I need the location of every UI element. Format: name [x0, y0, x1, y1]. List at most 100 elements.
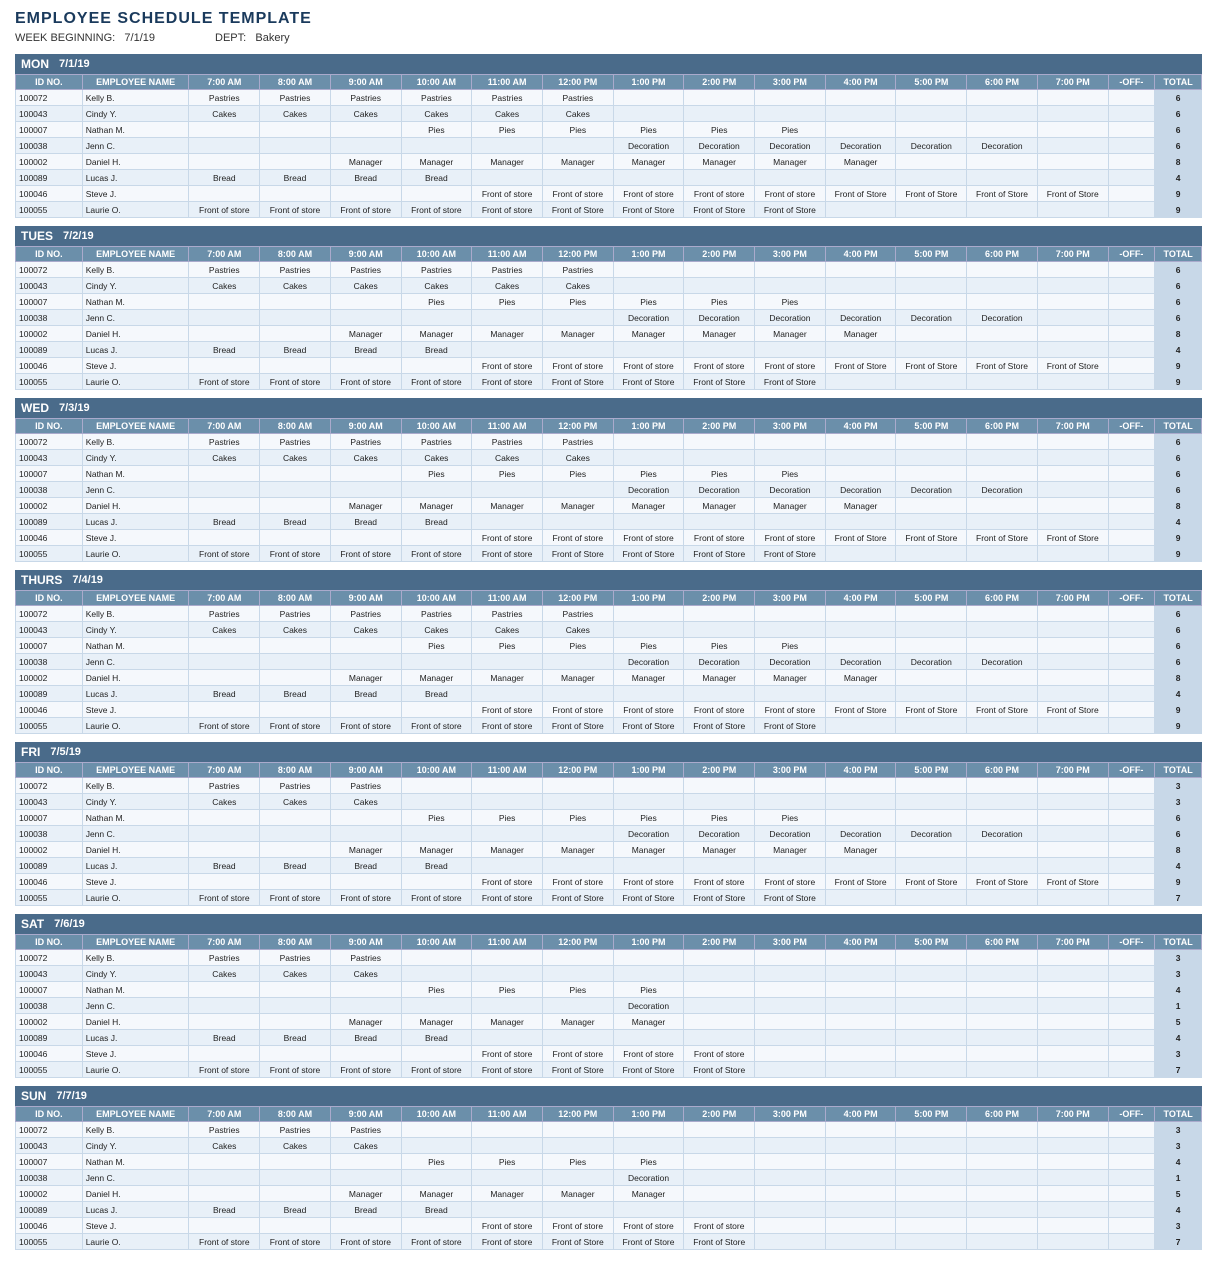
cell-0-0: 100072	[16, 90, 83, 106]
cell-4-2	[189, 1186, 260, 1202]
cell-3-4	[330, 654, 401, 670]
cell-4-3	[260, 842, 331, 858]
cell-3-9: Decoration	[684, 826, 755, 842]
cell-4-2	[189, 842, 260, 858]
cell-5-12	[896, 170, 967, 186]
cell-7-5: Front of store	[401, 202, 472, 218]
col-header-4: 9:00 AM	[330, 935, 401, 950]
schedule-table-mon: ID NO.EMPLOYEE NAME7:00 AM8:00 AM9:00 AM…	[15, 74, 1202, 218]
cell-5-16: 4	[1155, 1202, 1202, 1218]
cell-7-1: Laurie O.	[82, 1062, 189, 1078]
col-header-4: 9:00 AM	[330, 591, 401, 606]
col-header-15: -OFF-	[1108, 419, 1155, 434]
cell-2-6: Pies	[472, 122, 543, 138]
cell-2-0: 100007	[16, 638, 83, 654]
cell-3-2	[189, 1170, 260, 1186]
cell-3-16: 1	[1155, 998, 1202, 1014]
cell-0-14	[1037, 90, 1108, 106]
cell-3-11: Decoration	[825, 826, 896, 842]
cell-6-11: Front of Store	[825, 186, 896, 202]
cell-2-11	[825, 294, 896, 310]
cell-0-7	[542, 1122, 613, 1138]
day-date: 7/7/19	[56, 1090, 87, 1102]
cell-6-7: Front of store	[542, 186, 613, 202]
cell-2-10	[755, 982, 826, 998]
table-row: 100072Kelly B.PastriesPastriesPastriesPa…	[16, 90, 1202, 106]
day-label: FRI	[21, 745, 40, 759]
cell-1-9	[684, 622, 755, 638]
col-header-4: 9:00 AM	[330, 247, 401, 262]
cell-5-6	[472, 170, 543, 186]
table-row: 100002Daniel H.ManagerManagerManagerMana…	[16, 1186, 1202, 1202]
cell-3-9: Decoration	[684, 138, 755, 154]
cell-1-7	[542, 1138, 613, 1154]
cell-1-14	[1037, 1138, 1108, 1154]
cell-7-13	[967, 1234, 1038, 1250]
cell-7-3: Front of store	[260, 718, 331, 734]
cell-3-15	[1108, 654, 1155, 670]
cell-7-2: Front of store	[189, 718, 260, 734]
cell-5-3: Bread	[260, 686, 331, 702]
cell-1-5	[401, 966, 472, 982]
cell-4-6: Manager	[472, 670, 543, 686]
cell-3-9: Decoration	[684, 482, 755, 498]
schedule-table-sun: ID NO.EMPLOYEE NAME7:00 AM8:00 AM9:00 AM…	[15, 1106, 1202, 1250]
cell-1-10	[755, 106, 826, 122]
cell-3-14	[1037, 1170, 1108, 1186]
cell-5-14	[1037, 1202, 1108, 1218]
cell-0-7: Pastries	[542, 90, 613, 106]
table-row: 100089Lucas J.BreadBreadBreadBread4	[16, 686, 1202, 702]
cell-3-13: Decoration	[967, 482, 1038, 498]
cell-7-10	[755, 1234, 826, 1250]
cell-5-7	[542, 1202, 613, 1218]
cell-4-12	[896, 154, 967, 170]
cell-7-10: Front of Store	[755, 202, 826, 218]
cell-6-6: Front of store	[472, 702, 543, 718]
cell-0-8	[613, 262, 684, 278]
cell-7-13	[967, 374, 1038, 390]
cell-1-16: 6	[1155, 106, 1202, 122]
cell-1-8	[613, 794, 684, 810]
cell-0-3: Pastries	[260, 606, 331, 622]
cell-0-3: Pastries	[260, 434, 331, 450]
cell-0-12	[896, 434, 967, 450]
table-row: 100046Steve J.Front of storeFront of sto…	[16, 358, 1202, 374]
cell-1-15	[1108, 106, 1155, 122]
cell-1-9	[684, 966, 755, 982]
col-header-10: 3:00 PM	[755, 591, 826, 606]
cell-1-12	[896, 106, 967, 122]
table-row: 100038Jenn C.Decoration1	[16, 1170, 1202, 1186]
cell-1-3: Cakes	[260, 794, 331, 810]
cell-2-1: Nathan M.	[82, 638, 189, 654]
table-row: 100038Jenn C.DecorationDecorationDecorat…	[16, 138, 1202, 154]
cell-5-6	[472, 686, 543, 702]
cell-7-2: Front of store	[189, 546, 260, 562]
cell-5-10	[755, 1202, 826, 1218]
cell-2-1: Nathan M.	[82, 294, 189, 310]
cell-4-4: Manager	[330, 154, 401, 170]
cell-4-1: Daniel H.	[82, 1186, 189, 1202]
cell-3-16: 1	[1155, 1170, 1202, 1186]
cell-4-1: Daniel H.	[82, 670, 189, 686]
cell-7-11	[825, 1234, 896, 1250]
cell-1-1: Cindy Y.	[82, 794, 189, 810]
table-row: 100055Laurie O.Front of storeFront of st…	[16, 374, 1202, 390]
col-header-12: 5:00 PM	[896, 75, 967, 90]
cell-6-10: Front of store	[755, 530, 826, 546]
cell-4-16: 8	[1155, 670, 1202, 686]
cell-0-1: Kelly B.	[82, 262, 189, 278]
col-header-12: 5:00 PM	[896, 247, 967, 262]
cell-6-1: Steve J.	[82, 874, 189, 890]
cell-5-10	[755, 514, 826, 530]
cell-3-13	[967, 998, 1038, 1014]
cell-6-16: 9	[1155, 874, 1202, 890]
cell-4-5: Manager	[401, 842, 472, 858]
cell-6-10: Front of store	[755, 358, 826, 374]
cell-7-3: Front of store	[260, 546, 331, 562]
cell-0-14	[1037, 1122, 1108, 1138]
cell-0-16: 3	[1155, 778, 1202, 794]
cell-7-1: Laurie O.	[82, 546, 189, 562]
col-header-15: -OFF-	[1108, 763, 1155, 778]
cell-0-3: Pastries	[260, 262, 331, 278]
cell-5-9	[684, 686, 755, 702]
